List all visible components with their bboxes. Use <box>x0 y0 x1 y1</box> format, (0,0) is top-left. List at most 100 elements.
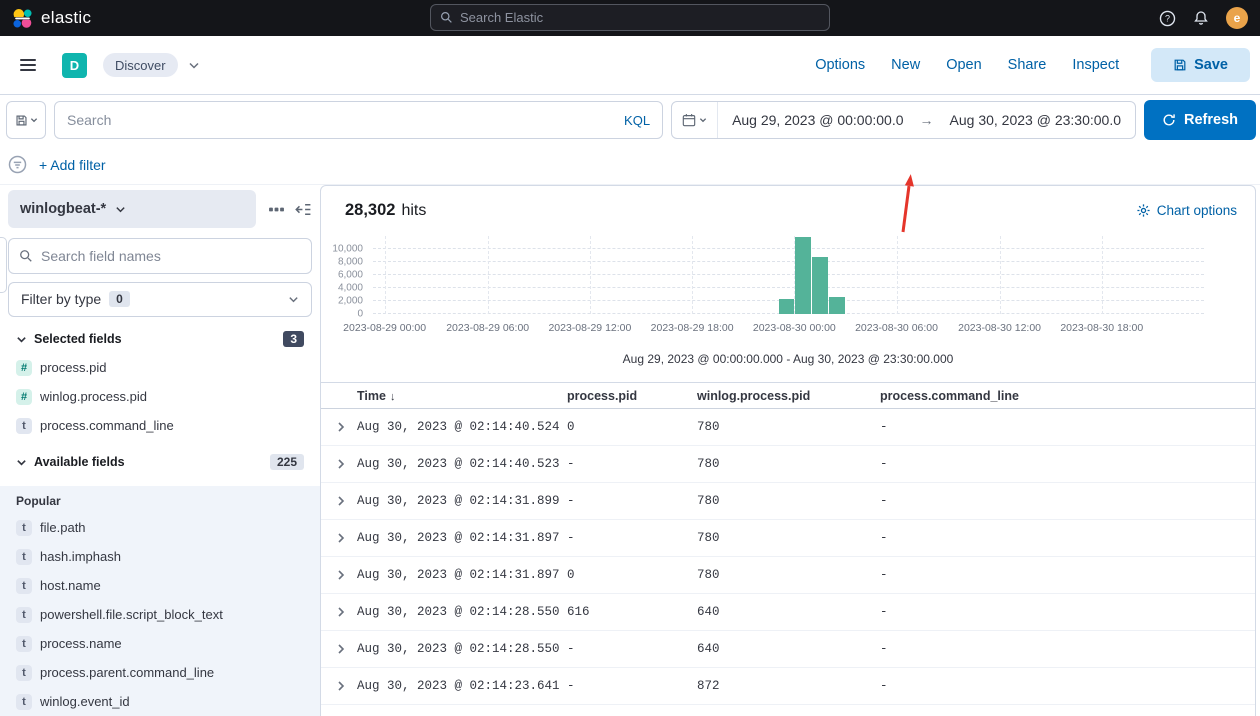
field-search-input[interactable] <box>41 247 301 264</box>
cell-winlog-process-pid[interactable]: 780 <box>697 457 880 471</box>
date-quick-select-button[interactable] <box>672 102 719 138</box>
cell-process-command-line[interactable]: - <box>880 494 1255 508</box>
expand-row-button[interactable] <box>329 526 353 550</box>
field-item[interactable]: t hash.imphash <box>0 542 320 571</box>
cell-time[interactable]: Aug 30, 2023 @ 02:14:23.641 <box>357 679 567 693</box>
field-item[interactable]: t powershell.file.script_block_text <box>0 600 320 629</box>
chevron-right-icon <box>338 459 345 469</box>
cell-process-pid[interactable]: - <box>567 531 697 545</box>
filter-menu-icon[interactable] <box>8 155 27 174</box>
cell-process-pid[interactable]: - <box>567 494 697 508</box>
cell-process-pid[interactable]: 0 <box>567 568 697 582</box>
column-header-process-pid[interactable]: process.pid <box>567 389 697 403</box>
cell-process-pid[interactable]: 616 <box>567 605 697 619</box>
expand-row-button[interactable] <box>329 674 353 698</box>
query-input[interactable] <box>67 112 617 128</box>
expand-row-button[interactable] <box>329 563 353 587</box>
field-name: winlog.event_id <box>40 694 130 709</box>
chart-options-button[interactable]: Chart options <box>1136 203 1237 218</box>
cell-winlog-process-pid[interactable]: 780 <box>697 568 880 582</box>
user-avatar[interactable]: e <box>1226 7 1248 29</box>
nav-link[interactable]: Open <box>946 57 981 73</box>
cell-process-command-line[interactable]: - <box>880 642 1255 656</box>
field-item[interactable]: t process.parent.command_line <box>0 658 320 687</box>
global-search-input[interactable] <box>460 10 820 25</box>
nav-link[interactable]: New <box>891 57 920 73</box>
histogram-bar[interactable] <box>811 256 828 314</box>
column-header-process-command-line[interactable]: process.command_line <box>880 389 1255 403</box>
field-item[interactable]: # winlog.process.pid <box>0 382 320 411</box>
sort-descending-icon[interactable]: ↓ <box>390 391 396 403</box>
histogram-bar[interactable] <box>778 299 795 314</box>
expand-row-button[interactable] <box>329 637 353 661</box>
expand-row-button[interactable] <box>329 415 353 439</box>
cell-process-pid[interactable]: - <box>567 457 697 471</box>
available-fields-accordion[interactable]: Available fields 225 <box>0 440 320 476</box>
help-icon[interactable]: ? <box>1159 10 1176 27</box>
cell-process-pid[interactable]: 0 <box>567 420 697 434</box>
field-item[interactable]: t winlog.event_id <box>0 687 320 716</box>
field-item[interactable]: t process.name <box>0 629 320 658</box>
field-item[interactable]: t host.name <box>0 571 320 600</box>
refresh-button[interactable]: Refresh <box>1144 100 1256 140</box>
cell-time[interactable]: Aug 30, 2023 @ 02:14:31.897 <box>357 568 567 582</box>
cell-time[interactable]: Aug 30, 2023 @ 02:14:28.550 <box>357 605 567 619</box>
space-badge[interactable]: D <box>62 52 87 78</box>
histogram-bar[interactable] <box>829 297 845 314</box>
start-date-button[interactable]: Aug 29, 2023 @ 00:00:00.0 <box>718 112 917 128</box>
column-header-time[interactable]: Time ↓ <box>357 389 567 403</box>
nav-link[interactable]: Share <box>1008 57 1047 73</box>
column-header-winlog-process-pid[interactable]: winlog.process.pid <box>697 389 880 403</box>
data-view-picker[interactable]: winlogbeat-* <box>8 190 256 228</box>
field-type-icon: # <box>16 388 32 405</box>
breadcrumb[interactable]: Discover <box>103 53 178 77</box>
cell-time[interactable]: Aug 30, 2023 @ 02:14:40.524 <box>357 420 567 434</box>
global-search[interactable] <box>430 4 830 31</box>
field-search-box[interactable] <box>8 238 312 274</box>
expand-row-button[interactable] <box>329 489 353 513</box>
chevron-down-icon[interactable] <box>188 59 200 71</box>
field-item[interactable]: t process.command_line <box>0 411 320 440</box>
save-button[interactable]: Save <box>1151 48 1250 82</box>
cell-winlog-process-pid[interactable]: 780 <box>697 420 880 434</box>
cell-time[interactable]: Aug 30, 2023 @ 02:14:40.523 <box>357 457 567 471</box>
cell-time[interactable]: Aug 30, 2023 @ 02:14:31.897 <box>357 531 567 545</box>
nav-link[interactable]: Options <box>815 57 865 73</box>
histogram-bar[interactable] <box>795 237 811 314</box>
expand-row-button[interactable] <box>329 452 353 476</box>
cell-process-command-line[interactable]: - <box>880 605 1255 619</box>
cell-winlog-process-pid[interactable]: 780 <box>697 494 880 508</box>
expand-row-button[interactable] <box>329 600 353 624</box>
chevron-right-icon <box>338 422 345 432</box>
cell-process-command-line[interactable]: - <box>880 457 1255 471</box>
field-item[interactable]: # process.pid <box>0 353 320 382</box>
cell-process-pid[interactable]: - <box>567 642 697 656</box>
saved-query-menu-button[interactable] <box>6 101 46 139</box>
cell-process-pid[interactable]: - <box>567 679 697 693</box>
cell-winlog-process-pid[interactable]: 640 <box>697 642 880 656</box>
query-language-button[interactable]: KQL <box>624 113 650 128</box>
menu-icon[interactable] <box>14 53 42 77</box>
cell-time[interactable]: Aug 30, 2023 @ 02:14:31.899 <box>357 494 567 508</box>
cell-time[interactable]: Aug 30, 2023 @ 02:14:28.550 <box>357 642 567 656</box>
collapse-field-list-icon[interactable] <box>295 201 312 218</box>
cell-winlog-process-pid[interactable]: 872 <box>697 679 880 693</box>
add-filter-button[interactable]: + Add filter <box>39 157 106 173</box>
cell-winlog-process-pid[interactable]: 640 <box>697 605 880 619</box>
cell-process-command-line[interactable]: - <box>880 679 1255 693</box>
sidebar-collapse-handle[interactable] <box>0 237 7 293</box>
nav-link[interactable]: Inspect <box>1072 57 1119 73</box>
elastic-home-link[interactable]: elastic <box>12 8 91 29</box>
field-list-options-icon[interactable] <box>268 201 285 218</box>
cell-process-command-line[interactable]: - <box>880 568 1255 582</box>
filter-by-type-button[interactable]: Filter by type 0 <box>8 281 312 317</box>
cell-process-command-line[interactable]: - <box>880 420 1255 434</box>
notifications-icon[interactable] <box>1193 10 1209 26</box>
cell-winlog-process-pid[interactable]: 780 <box>697 531 880 545</box>
calendar-icon <box>682 114 696 127</box>
selected-fields-accordion[interactable]: Selected fields 3 <box>0 317 320 353</box>
query-input-box[interactable]: KQL <box>54 101 664 139</box>
end-date-button[interactable]: Aug 30, 2023 @ 23:30:00.0 <box>936 112 1135 128</box>
field-item[interactable]: t file.path <box>0 513 320 542</box>
cell-process-command-line[interactable]: - <box>880 531 1255 545</box>
